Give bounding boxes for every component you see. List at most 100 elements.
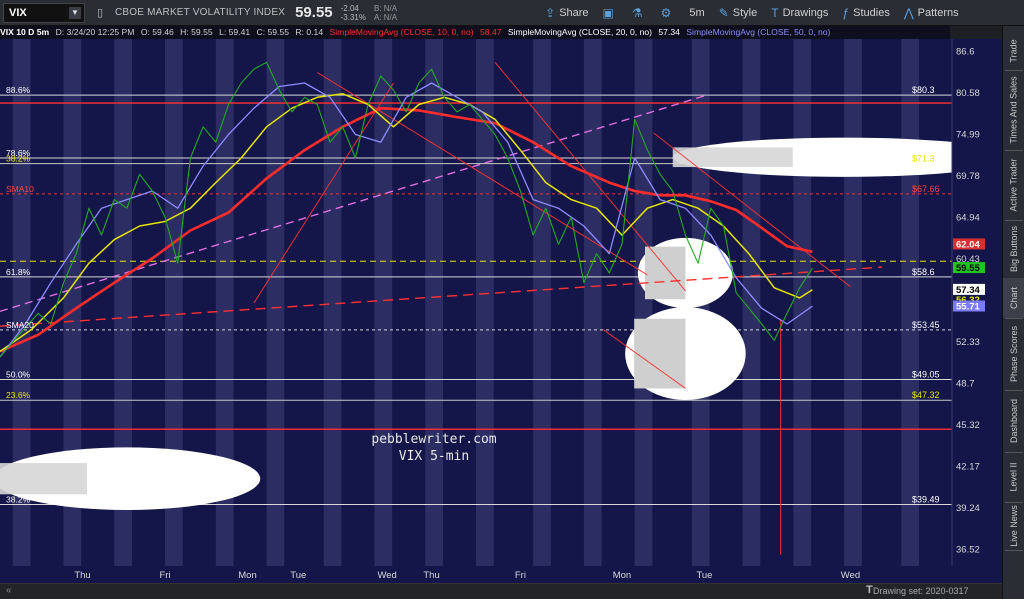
change-block: -2.04 -3.31%	[341, 4, 366, 22]
bar-high: H: 59.55	[180, 27, 213, 37]
flask-button[interactable]: ⚗	[632, 6, 647, 20]
x-tick-label: Mon	[238, 570, 256, 581]
rail-item-chart[interactable]: Chart	[1003, 278, 1024, 318]
y-tick-label: 80.58	[956, 88, 980, 99]
share-icon: ⇪	[545, 5, 556, 20]
rail-item-live-news[interactable]: Live News	[1003, 502, 1024, 550]
change-net: -2.04	[340, 3, 359, 13]
x-tick-label: Tue	[290, 570, 306, 581]
sma50-legend[interactable]: SimpleMovingAvg (CLOSE, 50, 0, no)	[686, 27, 830, 37]
highlight-oval-shade	[0, 463, 87, 495]
rail-item-label: Dashboard	[1009, 398, 1019, 444]
price-chart[interactable]: 88.6% $80.378.6%38.2% $71.3SMA10 $67.6661.8…	[0, 39, 1002, 583]
y-tick-label: 48.7	[956, 379, 975, 390]
rail-item-label: Live News	[1009, 505, 1020, 547]
y-tick-label: 39.24	[956, 503, 980, 514]
rail-item-trade[interactable]: Trade	[1003, 32, 1024, 70]
share-button[interactable]: ⇪ Share	[545, 6, 588, 20]
rail-item-label: Chart	[1009, 286, 1020, 310]
rail-item-phase-scores[interactable]: Phase Scores	[1003, 318, 1024, 390]
bar-datetime: D: 3/24/20 12:25 PM	[55, 27, 135, 37]
rail-item-label: Trade	[1009, 39, 1019, 63]
drawings-button[interactable]: T Drawings	[771, 6, 828, 20]
text-tool-icon: T	[771, 5, 779, 20]
fib-right-label: $47.32	[912, 390, 940, 400]
fib-left-label: 38.2%	[6, 495, 31, 505]
bar-range: R: 0.14	[295, 27, 324, 37]
fib-left-label: 88.6%	[6, 85, 31, 95]
timeframe-button[interactable]: 5m	[689, 7, 704, 19]
right-rail: Trade Times And Sales Active Trader Big But…	[1002, 26, 1024, 599]
style-icon: ✎	[718, 5, 729, 20]
rail-item-dashboard[interactable]: Dashboard	[1003, 390, 1024, 452]
rail-item-times-and-sales[interactable]: Times And Sales	[1003, 70, 1024, 150]
y-tick-label: 74.99	[956, 130, 980, 141]
fib-right-label: $39.49	[912, 495, 940, 505]
rail-item-level-ii[interactable]: Level II	[1003, 452, 1024, 502]
bookmark-icon[interactable]: ▯	[91, 4, 109, 22]
symbol-text: VIX	[9, 6, 27, 19]
session-band	[901, 39, 919, 566]
y-tick-label: 64.94	[956, 213, 980, 224]
chevron-down-icon[interactable]: ▼	[69, 6, 81, 19]
bar-open: O: 59.46	[140, 27, 174, 37]
x-tick-label: Fri	[515, 570, 526, 581]
instrument-name: CBOE MARKET VOLATILITY INDEX	[115, 7, 286, 18]
image-button[interactable]: ▣	[603, 6, 618, 20]
rail-item-label: Active Trader	[1009, 158, 1019, 212]
fib-right-label: $58.6	[912, 267, 935, 277]
sma20-legend[interactable]: SimpleMovingAvg (CLOSE, 20, 0, no)	[508, 27, 652, 37]
rail-item-label: Level II	[1009, 462, 1019, 492]
price-tag-label: 62.04	[956, 239, 980, 250]
fib-right-label: $49.05	[912, 369, 940, 379]
image-icon: ▣	[602, 5, 614, 20]
x-tick-label: Wed	[841, 570, 860, 581]
x-tick-label: Tue	[696, 570, 712, 581]
style-button[interactable]: ✎ Style	[719, 6, 758, 20]
rail-item-active-trader[interactable]: Active Trader	[1003, 150, 1024, 220]
x-axis: Thu Fri Mon Tue Wed Thu Fri Mon Tue Wed	[0, 566, 1002, 583]
symbol-selector[interactable]: VIX ▼	[3, 2, 85, 23]
x-tick-label: Thu	[423, 570, 439, 581]
x-tick-label: Fri	[159, 570, 170, 581]
rail-item-label: Big Buttons	[1009, 225, 1019, 273]
flask-icon: ⚗	[631, 5, 643, 20]
session-band	[793, 39, 812, 566]
studies-icon: ƒ	[842, 5, 850, 20]
price-tag-label: 59.55	[956, 263, 980, 274]
price-tag-label: 57.34	[956, 285, 980, 296]
chart-title: VIX 10 D 5m	[0, 27, 50, 37]
rail-item-label: Phase Scores	[1009, 325, 1019, 383]
fib-left-label: 61.8%	[6, 267, 31, 277]
patterns-button[interactable]: ⋀ Patterns	[904, 6, 959, 20]
y-tick-label: 42.17	[956, 462, 980, 473]
bid-ask-block: B: N/A A: N/A	[374, 4, 397, 22]
bar-low: L: 59.41	[219, 27, 251, 37]
session-band	[476, 39, 494, 566]
fib-right-label: $53.45	[912, 320, 940, 330]
bar-close: C: 59.55	[256, 27, 290, 37]
highlight-oval-shade	[672, 147, 793, 168]
fib-left-label: SMA20	[6, 320, 34, 330]
studies-button[interactable]: ƒ Studies	[842, 6, 889, 20]
rail-item-big-buttons[interactable]: Big Buttons	[1003, 220, 1024, 278]
scroll-left-icon[interactable]: «	[6, 585, 12, 596]
highlight-oval-shade	[634, 318, 686, 389]
text-tool-icon[interactable]: T	[866, 584, 873, 596]
drawing-set-label[interactable]: Drawing set: 2020-0317	[873, 586, 969, 596]
fib-right-label: $71.3	[912, 154, 935, 164]
bottom-bar: « T Drawing set: 2020-0317	[0, 583, 1002, 599]
settings-button[interactable]: ⚙	[661, 6, 676, 20]
y-tick-label: 36.52	[956, 545, 980, 556]
ask-value: A: N/A	[374, 12, 398, 22]
fib-left-label: 38.2%	[6, 154, 31, 164]
sma10-legend[interactable]: SimpleMovingAvg (CLOSE, 10, 0, no)	[330, 27, 474, 37]
highlight-oval-shade	[644, 246, 686, 300]
x-tick-label: Thu	[74, 570, 90, 581]
session-band	[583, 39, 602, 566]
y-tick-label: 86.6	[956, 47, 975, 58]
y-tick-label: 69.78	[956, 171, 980, 182]
change-pct: -3.31%	[340, 12, 366, 22]
session-band	[266, 39, 285, 566]
fib-left-label: 23.6%	[6, 390, 31, 400]
